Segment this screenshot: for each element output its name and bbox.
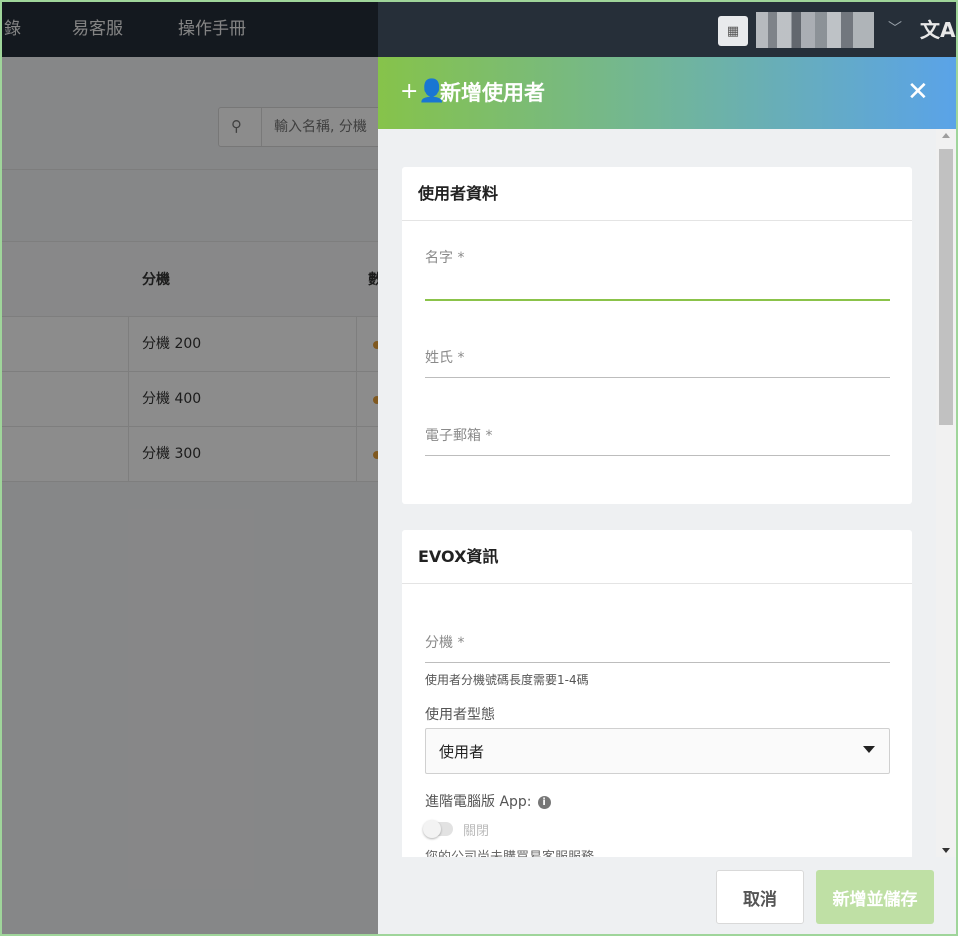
modal-overlay[interactable] [2, 2, 378, 934]
last-name-label: 姓氏 * [425, 350, 465, 366]
card-title: 使用者資料 [402, 167, 912, 221]
last-name-field[interactable]: 姓氏 * [425, 347, 890, 379]
user-type-value: 使用者 [439, 743, 485, 761]
scroll-down-icon[interactable] [942, 848, 950, 853]
translate-icon[interactable]: 文A [920, 14, 955, 43]
drawer-title: 新增使用者 [440, 81, 545, 105]
extension-label: 分機 * [425, 635, 465, 651]
toggle-label: 關閉 [463, 824, 490, 839]
add-user-drawer: +👤 新增使用者 ✕ 使用者資料 名字 * 姓氏 * 電子郵箱 * EVOX資訊… [378, 57, 956, 934]
info-icon[interactable]: i [537, 796, 551, 809]
email-underline [425, 455, 890, 456]
email-field[interactable]: 電子郵箱 * [425, 425, 890, 457]
caret-down-icon [863, 746, 875, 753]
desktop-app-label: 進階電腦版 App: i [425, 791, 551, 811]
user-info-card: 使用者資料 名字 * 姓氏 * 電子郵箱 * [402, 167, 912, 504]
last-name-underline [425, 377, 890, 378]
email-label: 電子郵箱 * [425, 428, 493, 444]
first-name-underline [425, 299, 890, 301]
desktop-app-toggle[interactable] [423, 820, 453, 838]
toggle-knob [423, 820, 441, 838]
scrollbar[interactable] [936, 129, 956, 857]
app-window: 錄 易客服 操作手冊 ▦ ﹀ 文A ⚲ 分機 數 分機 200 分機 400 [0, 0, 958, 936]
user-type-select[interactable]: 使用者 [425, 728, 890, 774]
account-name-blurred[interactable] [756, 12, 874, 48]
purchase-notice: 您的公司尚未購買易客服服務。 [425, 846, 607, 857]
desktop-app-label-text: 進階電腦版 App: [425, 794, 532, 810]
user-type-label: 使用者型態 [425, 707, 495, 723]
cancel-button[interactable]: 取消 [716, 870, 804, 924]
drawer-footer: 取消 新增並儲存 [378, 857, 956, 934]
scroll-up-icon[interactable] [942, 133, 950, 138]
extension-underline [425, 662, 890, 663]
add-user-icon: +👤 [400, 79, 446, 104]
first-name-field[interactable]: 名字 * [425, 247, 890, 303]
drawer-body: 使用者資料 名字 * 姓氏 * 電子郵箱 * EVOX資訊 分機 * 使用者分機… [378, 129, 956, 857]
drawer-header: +👤 新增使用者 ✕ [378, 57, 956, 129]
card-title: EVOX資訊 [402, 530, 912, 584]
scrollbar-thumb[interactable] [939, 149, 953, 425]
chevron-down-icon[interactable]: ﹀ [888, 18, 902, 38]
extension-field[interactable]: 分機 * [425, 632, 890, 664]
evox-info-card: EVOX資訊 分機 * 使用者分機號碼長度需要1-4碼 使用者型態 使用者 進階… [402, 530, 912, 857]
extension-hint: 使用者分機號碼長度需要1-4碼 [425, 673, 589, 687]
building-icon[interactable]: ▦ [718, 16, 748, 46]
first-name-label: 名字 * [425, 250, 465, 266]
close-icon[interactable]: ✕ [907, 77, 929, 107]
add-and-save-button[interactable]: 新增並儲存 [816, 870, 934, 924]
